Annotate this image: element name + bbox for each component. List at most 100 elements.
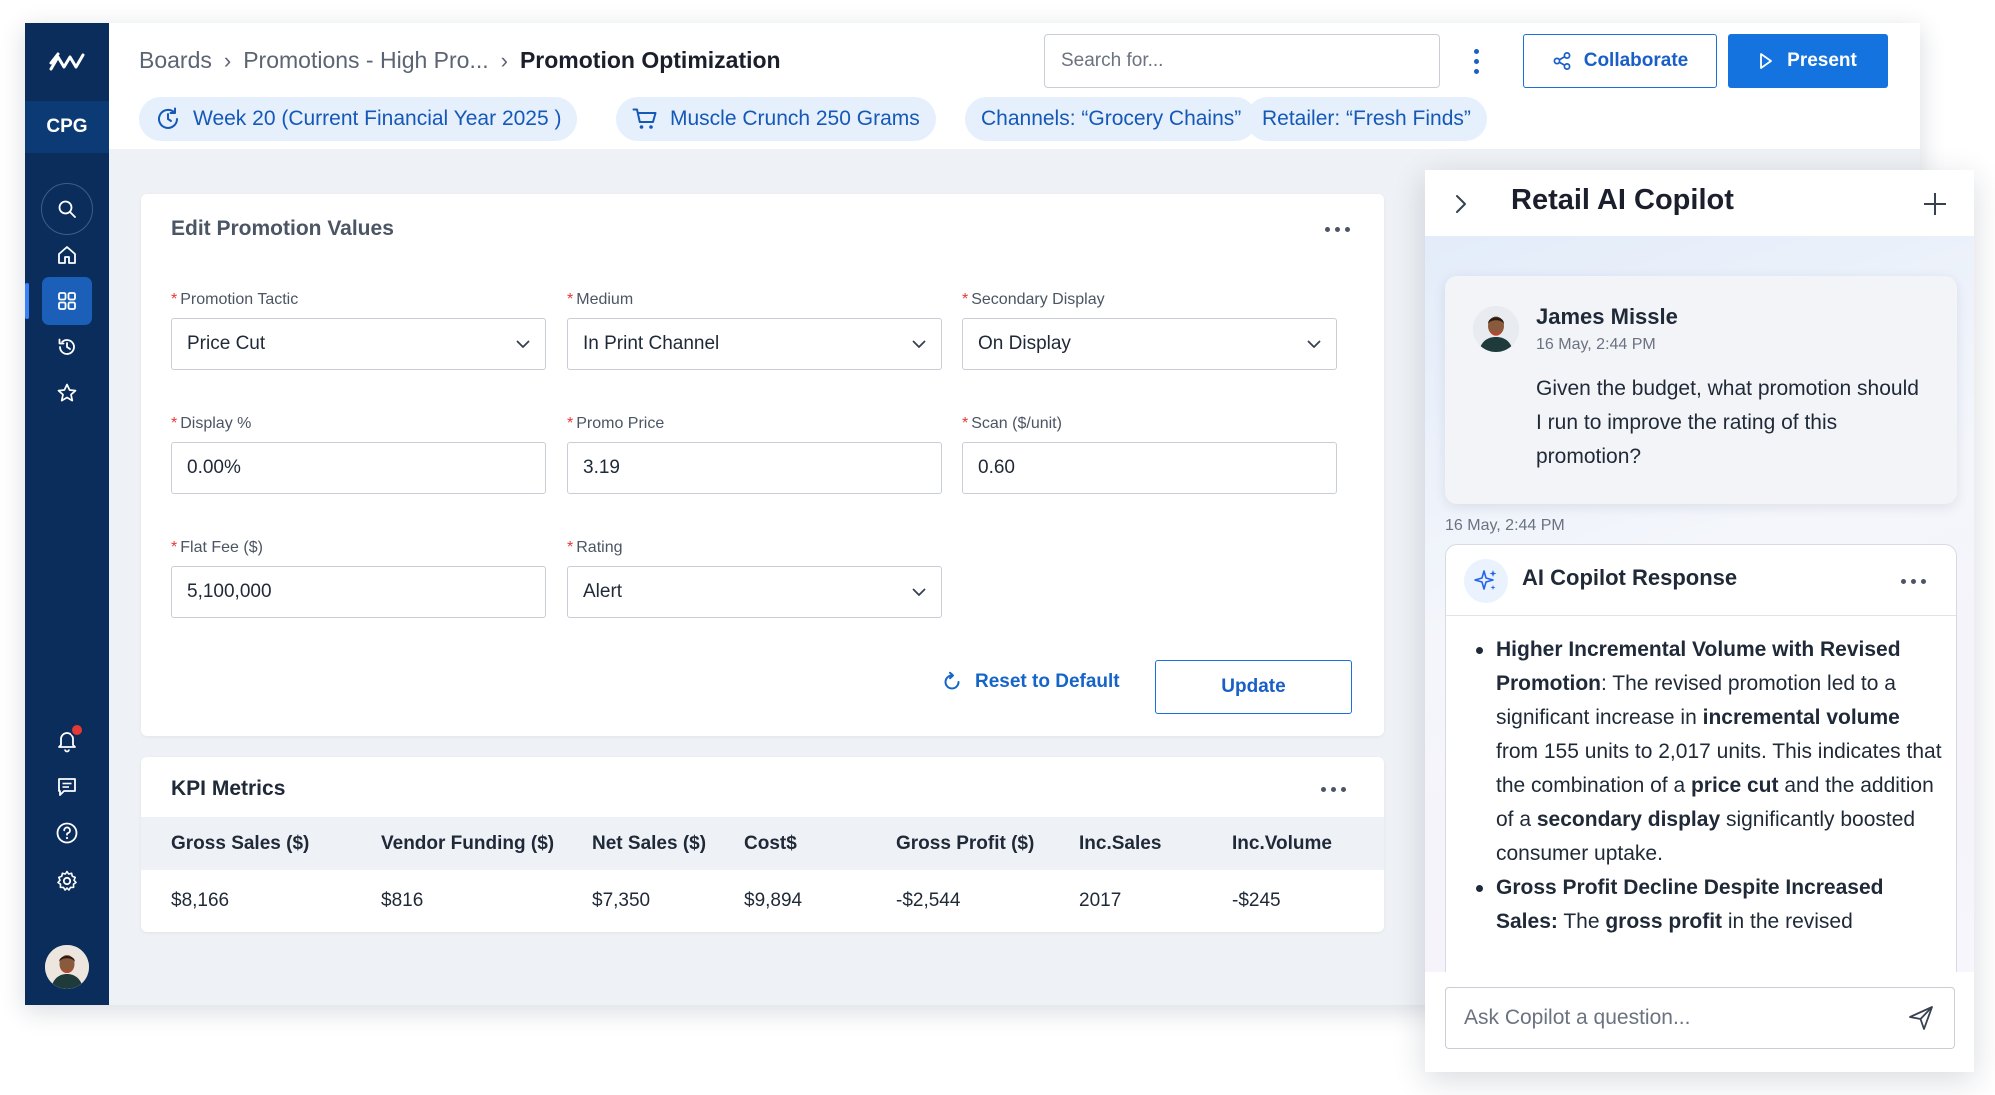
rating-select[interactable]: Alert [567, 566, 942, 618]
calendar-refresh-icon [158, 107, 178, 129]
medium-label: * Medium [567, 291, 634, 308]
menu-dot [1325, 227, 1330, 232]
sidebar-item-help[interactable] [42, 809, 92, 857]
present-label: Present [1787, 50, 1857, 71]
sidebar-item-notifications[interactable] [42, 717, 92, 765]
chip-label: Retailer: “Fresh Finds” [1262, 107, 1471, 130]
flat-fee-input[interactable]: 5,100,000 [171, 566, 546, 618]
promotion-tactic-label: * Promotion Tactic [171, 291, 299, 308]
list-item: Higher Incremental Volume with Revised P… [1472, 633, 1942, 871]
medium-select[interactable]: In Print Channel [567, 318, 942, 370]
select-value: In Print Channel [583, 333, 720, 354]
app-logo[interactable] [25, 23, 109, 101]
response-timestamp: 16 May, 2:44 PM [1445, 517, 1565, 534]
chevron-right-icon: › [223, 47, 232, 73]
reset-to-default-button[interactable]: Reset to Default [941, 671, 1120, 693]
filter-chip-channels[interactable]: Channels: “Grocery Chains” [965, 97, 1258, 141]
response-menu-button[interactable] [1901, 579, 1926, 584]
edit-promotion-card: Edit Promotion Values * Promotion Tactic … [141, 194, 1384, 736]
menu-dot [1321, 787, 1326, 792]
kebab-dot [1473, 58, 1479, 64]
scan-input[interactable]: 0.60 [962, 442, 1337, 494]
rating-label: * Rating [567, 539, 623, 556]
breadcrumb: Boards › Promotions - High Pro... › Prom… [139, 47, 781, 74]
avatar [1473, 306, 1519, 352]
input-value: 0.00% [187, 457, 241, 478]
collaborate-label: Collaborate [1583, 50, 1689, 71]
chevron-down-icon [912, 340, 926, 348]
chevron-down-icon [912, 588, 926, 596]
history-icon [58, 338, 75, 355]
send-button[interactable] [1907, 1004, 1935, 1032]
kpi-menu-button[interactable] [1321, 787, 1346, 792]
menu-dot [1901, 579, 1906, 584]
logo-icon [49, 52, 85, 71]
response-title: AI Copilot Response [1522, 565, 1738, 590]
collaborate-button[interactable]: Collaborate [1523, 34, 1717, 88]
sidebar-item-settings[interactable] [42, 857, 92, 905]
update-button[interactable]: Update [1155, 660, 1352, 714]
sidebar: CPG [25, 23, 109, 1005]
chip-label: Muscle Crunch 250 Grams [670, 107, 920, 130]
promotion-tactic-select[interactable]: Price Cut [171, 318, 546, 370]
response-body: Higher Incremental Volume with Revised P… [1472, 633, 1942, 939]
menu-dot [1345, 227, 1350, 232]
breadcrumb-item-boards[interactable]: Boards [139, 47, 212, 74]
collapse-panel-button[interactable] [1455, 194, 1467, 214]
notification-dot [70, 723, 84, 737]
settings-icon [57, 870, 77, 891]
message-text: Given the budget, what promotion should … [1536, 377, 1919, 468]
sidebar-item-history[interactable] [42, 323, 92, 371]
column-header: Gross Profit ($) [896, 833, 1035, 854]
copilot-title: Retail AI Copilot [1511, 184, 1734, 216]
sidebar-item-favorites[interactable] [42, 369, 92, 417]
input-value: 5,100,000 [187, 581, 272, 602]
filter-chip-product[interactable]: Muscle Crunch 250 Grams [616, 97, 936, 141]
chevron-down-icon [516, 340, 530, 348]
sidebar-item-messages[interactable] [42, 763, 92, 811]
sidebar-search-button[interactable] [41, 183, 93, 235]
secondary-display-select[interactable]: On Display [962, 318, 1337, 370]
display-pct-input[interactable]: 0.00% [171, 442, 546, 494]
message-author: James Missle [1536, 304, 1678, 329]
table-cell: $9,894 [744, 890, 803, 911]
filter-chip-week[interactable]: Week 20 (Current Financial Year 2025 ) [139, 97, 578, 141]
table-cell: -$2,544 [896, 890, 961, 911]
scan-label: * Scan ($/unit) [962, 415, 1062, 432]
menu-dot [1341, 787, 1346, 792]
card-menu-button[interactable] [1325, 227, 1350, 232]
kebab-dot [1473, 68, 1479, 74]
promo-price-input[interactable]: 3.19 [567, 442, 942, 494]
user-avatar[interactable] [45, 945, 89, 989]
more-options-button[interactable] [1465, 41, 1487, 81]
kebab-dot [1473, 48, 1479, 54]
list-item: Gross Profit Decline Despite Increased S… [1472, 871, 1942, 939]
select-value: Price Cut [187, 333, 266, 354]
column-header: Gross Sales ($) [171, 833, 310, 854]
breadcrumb-item-promotions[interactable]: Promotions - High Pro... [243, 47, 488, 74]
input-value: 3.19 [583, 457, 620, 478]
present-button[interactable]: Present [1728, 34, 1888, 88]
column-header: Net Sales ($) [592, 833, 707, 854]
table-cell: $8,166 [171, 890, 230, 911]
new-chat-button[interactable] [1922, 191, 1948, 217]
org-switcher[interactable]: CPG [25, 101, 109, 153]
chevron-right-icon [1456, 195, 1466, 213]
favorites-icon [57, 383, 77, 402]
chevron-down-icon [1307, 340, 1321, 348]
update-label: Update [1221, 676, 1286, 697]
sparkle-icon [1464, 559, 1508, 603]
top-header: Boards › Promotions - High Pro... › Prom… [109, 23, 1920, 149]
sidebar-item-boards[interactable] [25, 277, 92, 325]
table-cell: $816 [381, 890, 424, 911]
search-input[interactable] [1044, 34, 1440, 88]
ask-copilot-input[interactable] [1445, 987, 1955, 1049]
column-header: Cost$ [744, 833, 797, 854]
kpi-table-header: Gross Sales ($) Vendor Funding ($) Net S… [141, 817, 1384, 870]
org-label: CPG [46, 116, 88, 137]
card-title: Edit Promotion Values [171, 217, 394, 240]
sidebar-item-home[interactable] [42, 231, 92, 279]
menu-dot [1331, 787, 1336, 792]
copilot-response: AI Copilot Response Higher Incremental V… [1445, 544, 1957, 984]
filter-chip-retailer[interactable]: Retailer: “Fresh Finds” [1246, 97, 1487, 141]
